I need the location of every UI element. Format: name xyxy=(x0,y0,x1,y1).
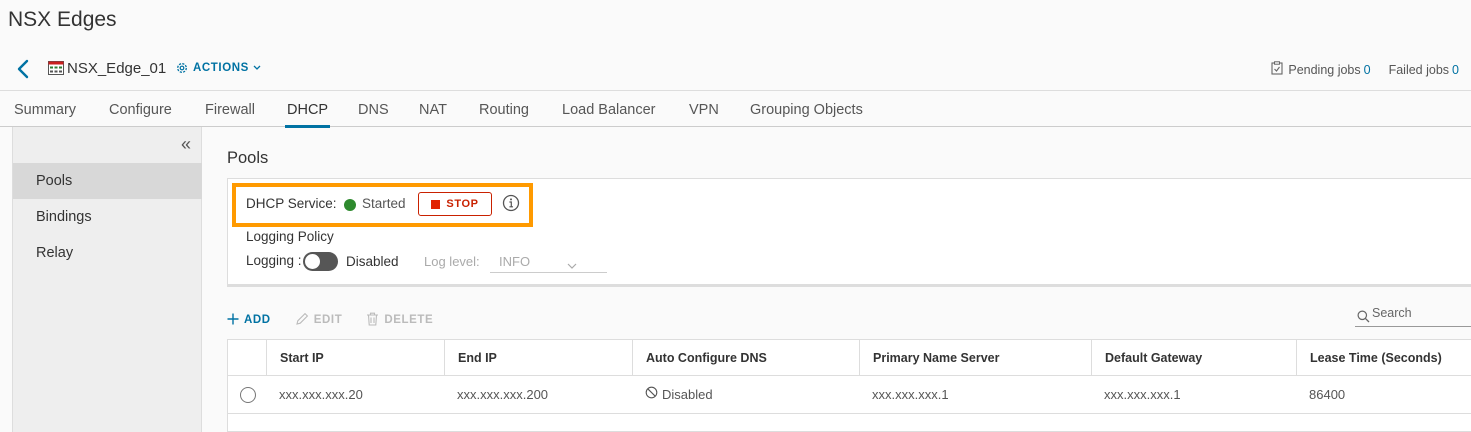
sidebar-item-pools[interactable]: Pools xyxy=(13,163,202,199)
search-icon xyxy=(1357,310,1370,328)
gear-icon xyxy=(175,61,189,75)
add-label: ADD xyxy=(244,314,271,326)
stop-label: STOP xyxy=(446,198,479,210)
column-header-default-gateway[interactable]: Default Gateway xyxy=(1091,340,1296,376)
log-level-label: Log level: xyxy=(424,254,480,269)
tab-vpn[interactable]: VPN xyxy=(689,91,719,127)
status-dot-icon xyxy=(344,199,356,211)
column-header-end-ip[interactable]: End IP xyxy=(444,340,632,376)
main-content: Pools DHCP Service: Started STOP Logging… xyxy=(203,127,1471,432)
cell-auto-dns: Disabled xyxy=(632,376,713,414)
tab-bar: Summary Configure Firewall DHCP DNS NAT … xyxy=(0,91,1471,128)
actions-label: ACTIONS xyxy=(193,62,249,74)
table-header: Start IP End IP Auto Configure DNS Prima… xyxy=(228,340,1471,376)
log-level-value: INFO xyxy=(499,254,531,269)
tab-load-balancer[interactable]: Load Balancer xyxy=(562,91,656,127)
page-title: NSX Edges xyxy=(8,8,117,31)
logging-label: Logging : xyxy=(246,253,302,268)
cell-start-ip: xxx.xxx.xxx.20 xyxy=(279,387,363,402)
logging-toggle[interactable] xyxy=(303,252,338,271)
logging-policy-title: Logging Policy xyxy=(246,229,334,244)
stop-icon xyxy=(431,199,441,209)
column-header-start-ip[interactable]: Start IP xyxy=(266,340,444,376)
edge-header: NSX_Edge_01 ACTIONS Pending jobs 0 Failed… xyxy=(0,56,1471,82)
info-icon[interactable] xyxy=(502,194,520,212)
sidebar-item-relay[interactable]: Relay xyxy=(13,235,202,271)
tab-dns[interactable]: DNS xyxy=(358,91,389,127)
pencil-icon xyxy=(295,312,309,329)
failed-jobs-label: Failed jobs xyxy=(1388,62,1450,77)
pending-jobs-label: Pending jobs xyxy=(1288,62,1361,77)
tab-routing[interactable]: Routing xyxy=(479,91,529,127)
row-select-radio[interactable] xyxy=(240,387,256,403)
cell-primary-ns: xxx.xxx.xxx.1 xyxy=(872,387,949,402)
logging-state: Disabled xyxy=(346,254,399,269)
delete-button[interactable]: DELETE xyxy=(366,311,433,329)
tab-summary[interactable]: Summary xyxy=(14,91,76,127)
clipboard-icon xyxy=(1271,61,1283,78)
cell-end-ip: xxx.xxx.xxx.200 xyxy=(457,387,549,402)
tab-nat[interactable]: NAT xyxy=(419,91,447,127)
plus-icon xyxy=(227,313,239,328)
trash-icon xyxy=(366,312,379,329)
cell-default-gateway: xxx.xxx.xxx.1 xyxy=(1104,387,1181,402)
tab-firewall[interactable]: Firewall xyxy=(205,91,255,127)
tab-grouping-objects[interactable]: Grouping Objects xyxy=(750,91,863,127)
sidebar-item-bindings[interactable]: Bindings xyxy=(13,199,202,235)
stop-button[interactable]: STOP xyxy=(418,192,492,216)
dhcp-service-card: DHCP Service: Started STOP Logging Polic… xyxy=(227,178,1471,287)
edge-name: NSX_Edge_01 xyxy=(67,60,167,77)
failed-jobs-count: 0 xyxy=(1452,62,1459,77)
failed-jobs-link[interactable]: Failed jobs 0 xyxy=(1389,61,1459,78)
tab-configure[interactable]: Configure xyxy=(109,91,172,127)
edge-device-icon xyxy=(48,61,64,75)
log-level-select[interactable]: INFO xyxy=(490,249,607,273)
pending-jobs-count: 0 xyxy=(1363,62,1371,77)
pending-jobs-link[interactable]: Pending jobs 0 xyxy=(1271,61,1371,78)
jobs-summary: Pending jobs 0 Failed jobs 0 xyxy=(1271,61,1459,78)
delete-label: DELETE xyxy=(384,314,434,326)
column-header-lease-time[interactable]: Lease Time (Seconds) xyxy=(1296,340,1471,376)
chevron-down-icon xyxy=(253,65,261,71)
section-title: Pools xyxy=(227,149,269,167)
disabled-icon xyxy=(645,376,658,414)
column-header-primary-ns[interactable]: Primary Name Server xyxy=(859,340,1091,376)
dhcp-service-label: DHCP Service: xyxy=(246,196,337,211)
pools-table: Start IP End IP Auto Configure DNS Prima… xyxy=(227,339,1471,432)
chevron-down-icon xyxy=(567,256,577,274)
column-header-auto-dns[interactable]: Auto Configure DNS xyxy=(632,340,859,376)
edit-button[interactable]: EDIT xyxy=(295,311,343,329)
collapse-sidebar-icon[interactable]: « xyxy=(181,135,191,153)
actions-menu-button[interactable]: ACTIONS xyxy=(175,61,261,75)
add-button[interactable]: ADD xyxy=(227,311,271,329)
auto-dns-value: Disabled xyxy=(662,387,713,402)
table-row[interactable]: xxx.xxx.xxx.20 xxx.xxx.xxx.200 Disabled … xyxy=(228,376,1471,414)
search-input[interactable]: Search xyxy=(1355,303,1471,327)
cell-lease-time: 86400 xyxy=(1309,387,1346,402)
back-arrow-icon[interactable] xyxy=(16,58,34,80)
sidebar: « Pools Bindings Relay xyxy=(12,127,202,432)
toggle-knob xyxy=(305,254,320,269)
tab-dhcp[interactable]: DHCP xyxy=(284,91,331,128)
search-placeholder: Search xyxy=(1372,306,1412,320)
edit-label: EDIT xyxy=(313,314,343,326)
service-status: Started xyxy=(362,196,406,211)
grid-toolbar: ADD EDIT DELETE xyxy=(227,311,433,329)
